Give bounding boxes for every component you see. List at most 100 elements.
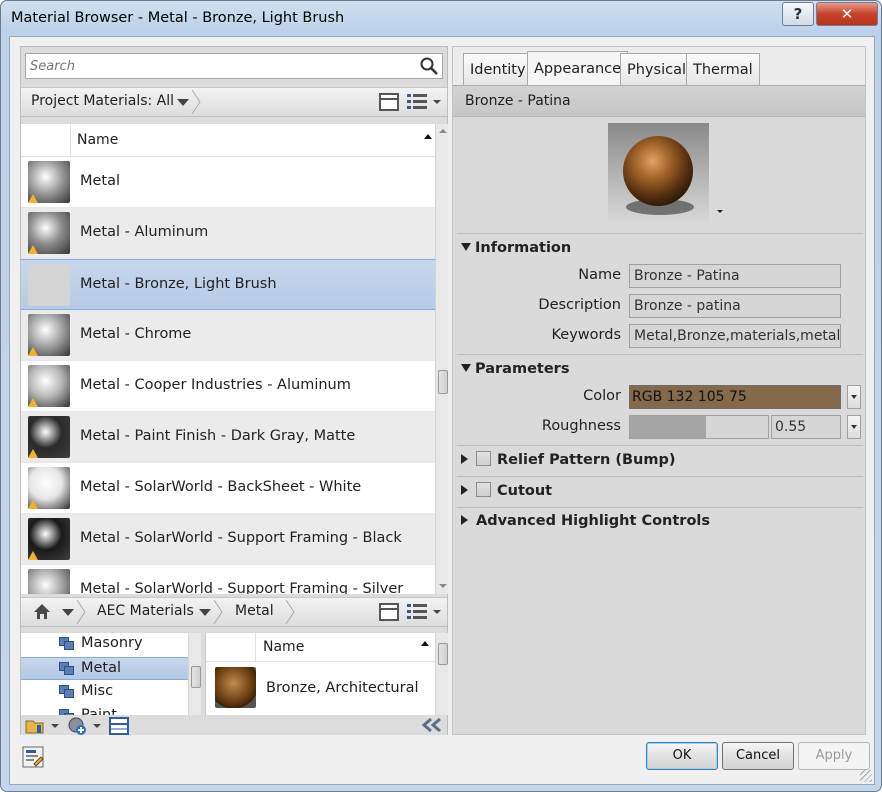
material-row[interactable]: Metal - Paint Finish - Dark Gray, Matte [21,412,435,463]
material-label: Metal - Bronze, Light Brush [80,276,277,292]
home-icon[interactable] [33,603,51,620]
keywords-field[interactable]: Metal,Bronze,materials,metal [629,324,841,348]
relief-pattern-checkbox[interactable] [476,451,491,466]
roughness-options-dropdown[interactable] [847,415,861,439]
material-row[interactable]: Metal - SolarWorld - BackSheet - White [21,463,435,514]
section-information[interactable]: Information [461,240,571,256]
expanded-triangle-icon [461,243,471,251]
tree-item[interactable]: Metal [21,657,189,680]
cutout-checkbox[interactable] [476,482,491,497]
cancel-button[interactable]: Cancel [722,742,794,770]
material-thumbnail [28,264,70,306]
panel-view-icon[interactable] [379,603,399,621]
chevron-down-icon[interactable] [199,609,211,616]
description-field[interactable]: Bronze - patina [629,294,841,318]
tree-item[interactable]: Misc [21,681,189,704]
material-label: Metal - SolarWorld - Support Framing - S… [80,581,404,594]
materials-scrollbar[interactable] [435,124,448,594]
section-heading: Cutout [497,483,553,499]
material-label: Metal - Aluminum [80,224,209,240]
breadcrumb-aec-materials[interactable]: AEC Materials [97,603,194,619]
collapsed-triangle-icon [461,454,468,464]
chevron-down-icon[interactable] [51,724,59,728]
name-field[interactable]: Bronze - Patina [629,264,841,288]
view-options-dropdown-icon[interactable] [433,100,441,104]
breadcrumb-separator-icon [285,600,295,624]
scrollbar-thumb[interactable] [191,666,201,688]
color-label: Color [583,388,621,404]
category-folder-icon [59,685,75,699]
material-row[interactable]: Metal - SolarWorld - Support Framing - S… [21,565,435,594]
roughness-value-field[interactable]: 0.55 [771,415,841,439]
tree-item[interactable]: Masonry [21,633,189,656]
library-tree-scrollbar[interactable] [188,633,201,715]
project-materials-filter[interactable]: Project Materials: All [31,93,174,109]
create-material-icon[interactable] [67,716,87,736]
collapse-panel-icon[interactable] [421,718,443,732]
material-editor-toggle-icon[interactable] [22,746,44,768]
list-item[interactable]: Bronze, Architectural [206,663,435,715]
tree-item-label: Metal [81,660,122,676]
tab-appearance[interactable]: Appearance [527,51,629,85]
material-preview[interactable] [608,123,709,223]
roughness-label: Roughness [541,418,621,434]
roughness-slider[interactable] [629,415,769,439]
chevron-down-icon[interactable] [93,724,101,728]
column-header-name[interactable]: Name [77,132,118,148]
tab-physical[interactable]: Physical [620,53,693,85]
material-row[interactable]: Metal - Chrome [21,310,435,361]
list-view-icon[interactable] [407,603,429,621]
view-options-dropdown-icon[interactable] [433,610,441,614]
section-parameters[interactable]: Parameters [461,361,569,377]
category-folder-icon [59,637,75,651]
library-list-scrollbar[interactable] [435,633,448,715]
scroll-down-arrow-icon[interactable] [439,584,447,588]
dialog-client-area: Project Materials: All Name MetalMetal - [9,36,875,785]
breadcrumb-separator-icon [191,90,201,114]
title-bar: Material Browser - Metal - Bronze, Light… [1,1,881,35]
chevron-down-icon[interactable] [177,99,189,106]
scrollbar-thumb[interactable] [438,370,448,394]
close-button[interactable]: ✕ [816,2,878,26]
breadcrumb-metal[interactable]: Metal [235,603,274,619]
library-materials-list: Name Bronze, Architectural [205,633,435,715]
color-field[interactable]: RGB 132 105 75 [629,385,841,409]
material-row[interactable]: Metal [21,157,435,208]
apply-button[interactable]: Apply [798,742,870,770]
project-materials-bar: Project Materials: All [21,87,447,117]
tree-item[interactable]: Paint [21,705,189,715]
warning-icon [28,245,38,254]
tab-identity[interactable]: Identity [463,53,533,85]
list-view-icon[interactable] [407,93,429,111]
resize-grip[interactable] [860,770,872,782]
section-advanced-highlight-controls[interactable]: Advanced Highlight Controls [461,513,710,529]
section-cutout[interactable]: Cutout [461,482,552,499]
material-row[interactable]: Metal - Cooper Industries - Aluminum [21,361,435,412]
scrollbar-thumb[interactable] [438,643,448,665]
library-bar: AEC Materials Metal [21,597,447,627]
section-relief-pattern[interactable]: Relief Pattern (Bump) [461,451,676,468]
library-tree: Masonry Metal Misc Paint [21,633,201,715]
tab-thermal[interactable]: Thermal [686,53,760,85]
chevron-down-icon[interactable] [62,609,74,616]
tab-strip: Identity Appearance Physical Thermal [453,47,865,85]
search-input[interactable] [26,54,406,78]
scroll-up-arrow-icon[interactable] [439,129,447,133]
color-options-dropdown[interactable] [847,385,861,409]
keywords-label: Keywords [551,327,621,343]
ok-button[interactable]: OK [646,742,718,770]
preview-options-dropdown-icon[interactable] [717,210,723,213]
material-editor-icon[interactable] [109,717,129,735]
tree-item-label: Masonry [81,635,143,651]
material-row[interactable]: Metal - Aluminum [21,208,435,259]
search-icon[interactable] [419,56,439,76]
list-header: Name [206,633,435,662]
material-row[interactable]: Metal - SolarWorld - Support Framing - B… [21,514,435,565]
warning-icon [28,551,38,560]
section-heading: Advanced Highlight Controls [476,513,711,529]
column-header-name[interactable]: Name [263,639,304,655]
help-button[interactable]: ? [782,2,814,26]
open-library-icon[interactable] [25,717,47,735]
panel-view-icon[interactable] [379,93,399,111]
material-row[interactable]: Metal - Bronze, Light Brush [21,259,435,310]
